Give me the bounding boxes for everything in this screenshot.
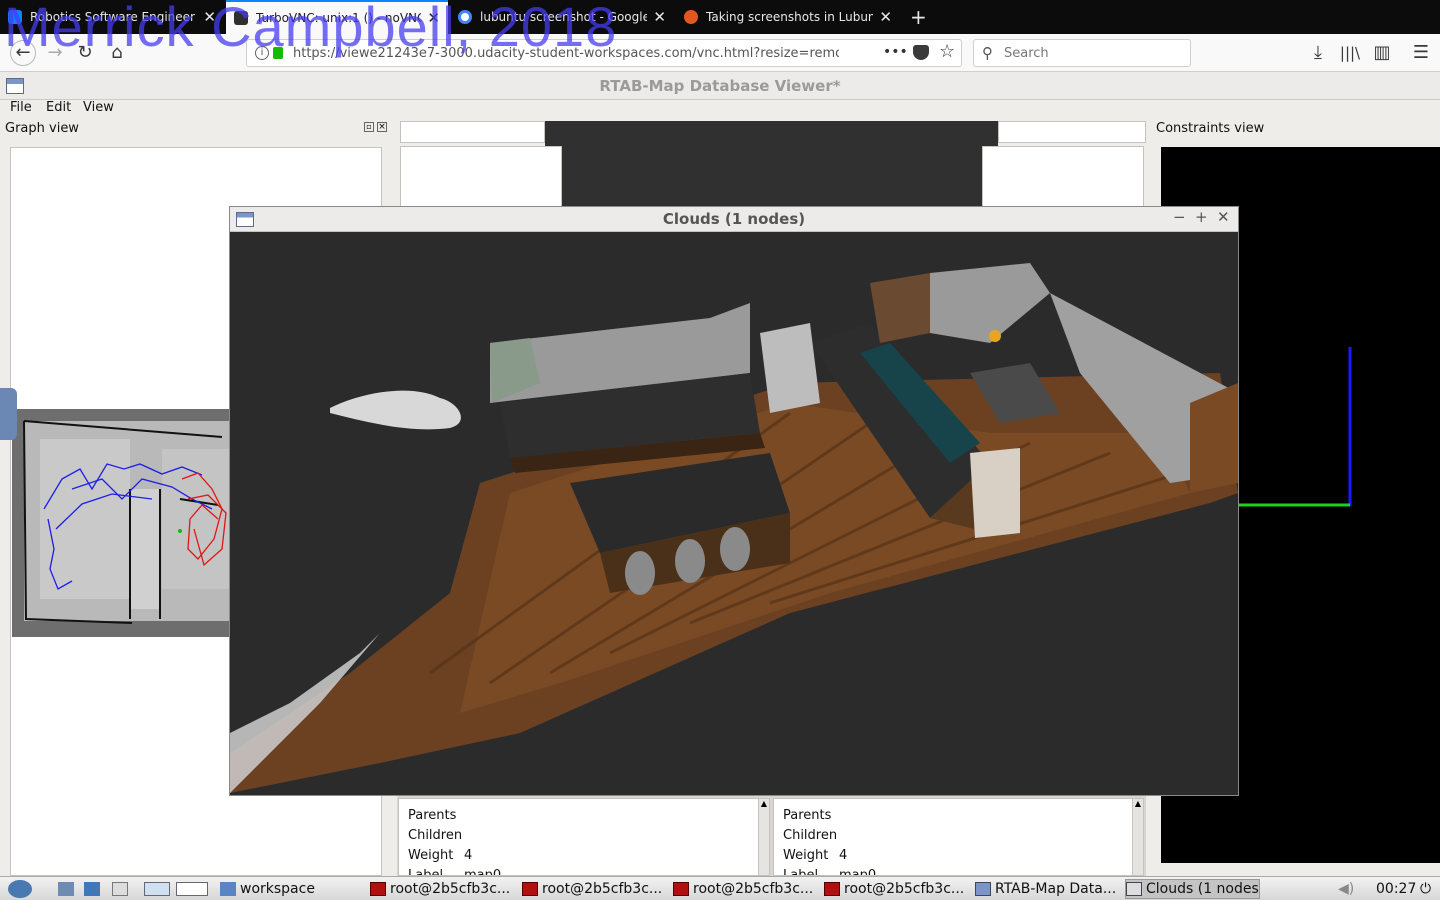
- float-panel-icon[interactable]: ▫: [364, 122, 374, 132]
- page-actions-icon[interactable]: •••: [883, 44, 908, 60]
- clouds-window-title: Clouds (1 nodes): [230, 207, 1238, 232]
- label-value: map0: [839, 868, 877, 876]
- taskbar-item-terminal-2[interactable]: root@2b5cfb3c...: [522, 879, 672, 899]
- terminal-icon: [522, 882, 538, 896]
- search-input[interactable]: ⚲ Search: [973, 39, 1191, 67]
- sidebar-icon[interactable]: ▥: [1371, 42, 1393, 64]
- window-icon: [1126, 882, 1142, 896]
- close-tab-icon[interactable]: ✕: [653, 8, 666, 26]
- taskbar-label: Clouds (1 nodes): [1146, 881, 1260, 897]
- scrollbar-left[interactable]: ▲: [758, 798, 770, 876]
- terminal-icon: [673, 882, 689, 896]
- image-tab-right[interactable]: [998, 121, 1146, 143]
- taskbar-item-terminal-3[interactable]: root@2b5cfb3c...: [673, 879, 823, 899]
- parents-label: Parents: [783, 808, 832, 823]
- start-node-icon: [178, 529, 182, 533]
- taskbar: workspace root@2b5cfb3c... root@2b5cfb3c…: [0, 876, 1440, 900]
- image-tab-left[interactable]: [400, 121, 545, 143]
- file-manager-icon[interactable]: [58, 879, 80, 899]
- weight-label: Weight: [408, 848, 454, 863]
- terminal-icon: [370, 882, 386, 896]
- tab-askubuntu[interactable]: Taking screenshots in Lubuntu ✕: [676, 0, 900, 34]
- terminal-icon: [824, 882, 840, 896]
- label-label: Label: [783, 868, 819, 876]
- network-icon[interactable]: [84, 879, 106, 899]
- taskbar-label: root@2b5cfb3c...: [693, 881, 814, 897]
- window-icon[interactable]: [236, 212, 254, 227]
- taskbar-item-rtabmap[interactable]: RTAB-Map Data...: [975, 879, 1123, 899]
- search-placeholder: Search: [1004, 45, 1049, 61]
- downloads-icon[interactable]: ⤓: [1307, 42, 1329, 64]
- start-menu-icon[interactable]: [8, 879, 38, 899]
- close-window-icon[interactable]: ✕: [1217, 208, 1230, 226]
- close-panel-icon[interactable]: ×: [377, 122, 387, 132]
- minimize-icon[interactable]: −: [1173, 208, 1186, 226]
- graph-view-title: Graph view: [5, 121, 79, 136]
- taskbar-label: root@2b5cfb3c...: [542, 881, 663, 897]
- menu-file[interactable]: File: [10, 100, 32, 115]
- point-cloud-3d-view[interactable]: [230, 233, 1238, 795]
- taskbar-item-workspace[interactable]: workspace: [220, 879, 366, 899]
- label-value: map0: [464, 868, 502, 876]
- taskbar-label: workspace: [240, 881, 315, 897]
- side-panel-handle[interactable]: [0, 388, 17, 440]
- app-title-bar: RTAB-Map Database Viewer*: [0, 72, 1440, 100]
- point-cloud-render: [230, 233, 1238, 795]
- taskbar-label: root@2b5cfb3c...: [844, 881, 965, 897]
- children-label: Children: [408, 828, 463, 843]
- menu-edit[interactable]: Edit: [46, 100, 71, 115]
- menu-icon[interactable]: ☰: [1410, 42, 1432, 64]
- desktop-1-icon[interactable]: [144, 879, 172, 899]
- weight-value: 4: [464, 848, 473, 863]
- node-info-right: Parents Children Weight 4 Label map0: [773, 798, 1135, 876]
- node-info-left: Parents Children Weight 4 Label map0: [398, 798, 760, 876]
- bookmark-star-icon[interactable]: ☆: [939, 41, 955, 62]
- taskbar-item-terminal-1[interactable]: root@2b5cfb3c...: [370, 879, 520, 899]
- constraints-view-title: Constraints view: [1156, 121, 1265, 136]
- weight-label: Weight: [783, 848, 829, 863]
- occupancy-grid-map[interactable]: [12, 409, 232, 637]
- terminal-launcher-icon[interactable]: [112, 879, 134, 899]
- askubuntu-icon: [684, 10, 698, 24]
- watermark-text: Merrick Campbell, 2018: [4, 0, 618, 58]
- power-icon[interactable]: ⏻: [1420, 879, 1438, 899]
- image-view-left: [400, 146, 562, 209]
- window-icon: [975, 882, 991, 896]
- search-icon: ⚲: [982, 44, 993, 62]
- volume-icon[interactable]: ◀): [1338, 879, 1362, 899]
- menu-view[interactable]: View: [83, 100, 114, 115]
- maximize-icon[interactable]: +: [1195, 208, 1208, 226]
- scrollbar-right[interactable]: ▲: [1132, 798, 1144, 876]
- depth-image-view: [545, 121, 998, 209]
- image-view-right: [982, 146, 1144, 209]
- taskbar-item-terminal-4[interactable]: root@2b5cfb3c...: [824, 879, 974, 899]
- label-label: Label: [408, 868, 444, 876]
- close-tab-icon[interactable]: ✕: [879, 8, 892, 26]
- weight-value: 4: [839, 848, 848, 863]
- app-window-icon[interactable]: [6, 78, 24, 94]
- taskbar-label: RTAB-Map Data...: [995, 881, 1117, 897]
- children-label: Children: [783, 828, 838, 843]
- clock[interactable]: 00:27: [1376, 879, 1420, 899]
- parents-label: Parents: [408, 808, 457, 823]
- pocket-icon[interactable]: [913, 45, 929, 60]
- tab-title: Taking screenshots in Lubuntu: [706, 10, 874, 24]
- menu-bar: File Edit View: [0, 100, 1440, 119]
- folder-icon: [220, 882, 236, 896]
- desktop-2-icon[interactable]: [176, 879, 210, 899]
- graph-map-drawing: [23, 420, 232, 624]
- library-icon[interactable]: |||\: [1339, 42, 1361, 64]
- taskbar-label: root@2b5cfb3c...: [390, 881, 511, 897]
- taskbar-item-clouds[interactable]: Clouds (1 nodes): [1125, 879, 1260, 899]
- new-tab-button[interactable]: +: [902, 0, 932, 34]
